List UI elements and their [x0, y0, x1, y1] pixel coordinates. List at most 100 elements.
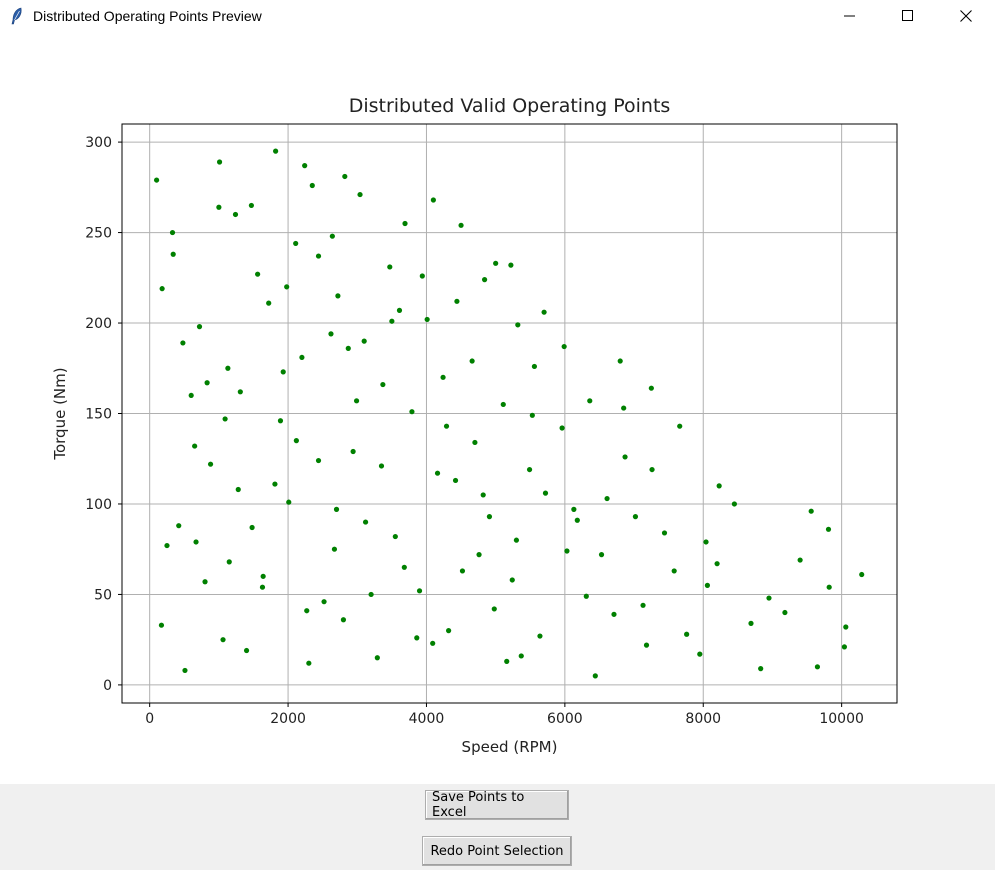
data-point: [424, 316, 430, 323]
data-point: [529, 412, 535, 418]
data-point: [260, 573, 266, 579]
data-point: [703, 539, 709, 545]
data-point: [220, 637, 226, 643]
y-tick-label: 150: [85, 407, 112, 423]
data-point: [458, 222, 464, 228]
data-point: [716, 483, 722, 489]
data-point: [748, 620, 754, 626]
data-point: [583, 593, 589, 599]
data-point: [249, 524, 255, 531]
data-point: [302, 163, 308, 169]
feather-icon: [11, 7, 22, 25]
data-point: [225, 365, 231, 371]
data-point: [574, 517, 580, 523]
data-point: [368, 591, 374, 598]
data-point: [454, 298, 460, 304]
data-point: [164, 542, 170, 549]
data-point: [159, 286, 165, 292]
data-point: [409, 409, 415, 415]
data-point: [714, 561, 720, 567]
data-point: [508, 262, 514, 268]
x-tick-label: 2000: [270, 711, 306, 727]
y-tick-label: 100: [85, 497, 112, 513]
data-point: [509, 577, 515, 583]
data-point: [329, 233, 335, 239]
data-point: [248, 202, 254, 209]
data-point: [315, 253, 322, 259]
x-tick-label: 6000: [547, 711, 583, 727]
data-point: [766, 595, 772, 601]
data-point: [216, 159, 223, 165]
data-point: [396, 307, 403, 313]
data-point: [188, 392, 194, 399]
close-button[interactable]: [937, 0, 995, 32]
data-point: [430, 197, 436, 203]
data-point: [434, 470, 441, 476]
data-point: [401, 564, 407, 570]
y-tick-label: 300: [85, 135, 112, 151]
data-point: [486, 514, 493, 520]
data-point: [859, 571, 865, 578]
data-point: [169, 229, 176, 236]
data-point: [472, 439, 478, 446]
x-axis-label: Speed (RPM): [462, 738, 558, 756]
data-point: [362, 519, 369, 525]
x-tick-label: 10000: [819, 711, 864, 727]
minimize-button[interactable]: [821, 0, 879, 32]
data-point: [196, 324, 203, 330]
data-point: [266, 300, 272, 306]
data-point: [353, 398, 360, 404]
data-point: [216, 204, 222, 210]
data-point: [480, 492, 486, 498]
y-axis-label: Torque (Nm): [51, 367, 69, 460]
data-point: [207, 461, 214, 467]
data-point: [182, 667, 188, 674]
data-point: [402, 220, 408, 227]
data-point: [493, 260, 499, 266]
data-point: [193, 539, 199, 545]
data-point: [598, 552, 605, 558]
data-point: [825, 526, 832, 532]
data-point: [293, 240, 299, 247]
data-point: [158, 622, 165, 628]
data-point: [333, 506, 340, 512]
data-point: [611, 611, 617, 617]
data-point: [469, 358, 475, 364]
data-point: [537, 633, 543, 639]
data-point: [622, 454, 628, 460]
data-point: [419, 273, 425, 279]
data-point: [814, 664, 821, 670]
data-point: [704, 582, 711, 588]
data-point: [640, 602, 646, 608]
data-point: [176, 523, 182, 529]
window-title: Distributed Operating Points Preview: [33, 8, 262, 24]
data-point: [170, 251, 176, 257]
data-point: [542, 490, 549, 496]
data-point: [621, 405, 627, 411]
data-point: [293, 438, 299, 444]
maximize-button[interactable]: [879, 0, 937, 32]
data-point: [222, 416, 228, 422]
data-point: [374, 655, 380, 661]
x-tick-label: 4000: [409, 711, 445, 727]
data-point: [518, 653, 524, 659]
data-point: [361, 338, 367, 344]
data-point: [446, 628, 452, 634]
data-point: [304, 608, 310, 614]
data-point: [843, 624, 849, 630]
data-point: [452, 477, 459, 484]
data-point: [255, 271, 261, 277]
redo-selection-button[interactable]: Redo Point Selection: [422, 836, 572, 866]
data-point: [541, 309, 547, 315]
data-point: [259, 584, 266, 590]
data-point: [504, 658, 510, 664]
data-point: [632, 514, 639, 520]
save-points-button[interactable]: Save Points to Excel: [425, 790, 569, 820]
data-point: [697, 651, 703, 657]
data-point: [350, 448, 356, 455]
data-point: [476, 552, 482, 558]
data-point: [277, 418, 284, 424]
data-point: [321, 599, 327, 605]
plot-canvas: 0 2000 4000 6000 8000 10000 0 50 100 150 200 250 300…: [0, 32, 995, 784]
data-point: [387, 264, 393, 270]
